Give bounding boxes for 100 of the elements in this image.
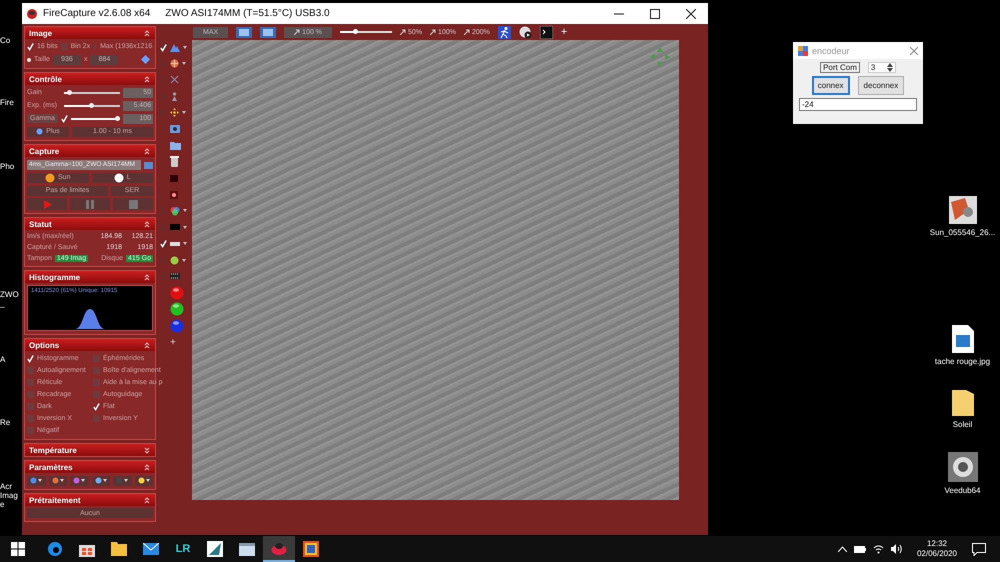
output-field[interactable]: -24	[799, 98, 917, 111]
checkbox[interactable]	[27, 403, 34, 410]
desktop-icon-label[interactable]: Co	[0, 36, 22, 45]
speaker-icon[interactable]	[890, 544, 902, 554]
wifi-icon[interactable]	[872, 544, 884, 554]
checkbox[interactable]	[60, 43, 68, 50]
port-spinner[interactable]: 3	[868, 62, 896, 73]
chevron-icon[interactable]	[144, 76, 150, 82]
checkbox[interactable]	[93, 355, 100, 362]
trash-icon[interactable]	[170, 156, 179, 168]
section-header[interactable]: Contrôle	[25, 73, 155, 85]
notification-icon[interactable]	[972, 542, 986, 556]
checkbox[interactable]	[27, 427, 34, 434]
section-header[interactable]: Options	[25, 339, 155, 351]
desktop-icon-label[interactable]: Sun_055546_26...	[930, 228, 996, 237]
add-button[interactable]: +	[560, 26, 568, 38]
checkbox[interactable]	[93, 379, 100, 386]
checkbox[interactable]	[93, 391, 100, 398]
checkbox[interactable]	[27, 43, 34, 50]
section-header[interactable]: Histogramme	[25, 271, 155, 283]
parameter-dropdown[interactable]	[134, 476, 153, 486]
battery-icon[interactable]	[854, 546, 866, 552]
desktop-icon-label[interactable]: Veedub64	[944, 486, 981, 495]
parameter-dropdown[interactable]	[70, 476, 88, 486]
desktop-icon-label[interactable]: ZWO_	[0, 290, 22, 308]
diamond-icon[interactable]	[141, 55, 150, 64]
chevron-icon[interactable]	[144, 148, 150, 154]
section-header[interactable]: Paramètres	[25, 461, 155, 473]
dropdown-arrow-icon[interactable]	[183, 242, 187, 246]
taskbar-app[interactable]	[263, 536, 295, 562]
tool-button[interactable]: +	[169, 335, 189, 350]
dropdown-arrow-icon[interactable]	[183, 209, 187, 212]
section-header[interactable]: Image	[25, 27, 155, 39]
bar-icon[interactable]	[170, 242, 180, 246]
chevron-icon[interactable]	[144, 220, 150, 228]
parameter-dropdown[interactable]	[48, 476, 67, 486]
crosshair-icon[interactable]	[170, 75, 179, 84]
disc-icon[interactable]	[170, 256, 179, 265]
clock-time[interactable]: 12:32	[926, 539, 947, 549]
desktop-icon-label[interactable]: tache rouge.jpg	[934, 357, 990, 366]
parameter-dropdown[interactable]	[92, 476, 110, 486]
chevron-icon[interactable]	[144, 464, 150, 470]
parameter-dropdown[interactable]	[113, 476, 132, 486]
film-reel-icon[interactable]	[518, 26, 532, 38]
section-header[interactable]: Capture	[25, 145, 155, 157]
clock-date[interactable]: 02/06/2020	[916, 549, 957, 559]
desktop-icon-label[interactable]: Fire	[0, 98, 22, 107]
ball-icon[interactable]	[170, 318, 184, 333]
camera-icon[interactable]	[170, 124, 180, 134]
checkbox[interactable]	[27, 355, 34, 362]
color-wheel-icon[interactable]	[170, 206, 180, 216]
figure-icon[interactable]	[170, 92, 179, 101]
desktop-icon-label[interactable]: A	[0, 355, 22, 364]
checkbox[interactable]	[93, 415, 100, 422]
checkbox[interactable]	[93, 403, 100, 410]
chevron-icon[interactable]	[144, 446, 150, 454]
section-header[interactable]: Statut	[25, 218, 155, 230]
image-file-icon[interactable]	[952, 325, 974, 353]
desktop-icon-label[interactable]: Pho	[0, 162, 22, 171]
connect-button[interactable]: deconnex	[858, 76, 904, 95]
add-button[interactable]: +	[170, 336, 176, 348]
runner-icon[interactable]	[498, 26, 511, 38]
dot-icon[interactable]	[170, 190, 178, 199]
dropdown-arrow-icon[interactable]	[183, 226, 187, 229]
chevron-icon[interactable]	[144, 496, 150, 504]
dropdown-arrow-icon[interactable]	[182, 62, 186, 65]
taskbar-app[interactable]: LR	[167, 536, 199, 562]
checkbox[interactable]	[160, 240, 167, 248]
folder-icon[interactable]	[952, 390, 974, 416]
dropdown-arrow-icon[interactable]	[182, 111, 186, 114]
maximize-icon[interactable]	[650, 8, 660, 18]
section-header[interactable]: Prétraitement	[25, 494, 155, 506]
dropdown-arrow-icon[interactable]	[182, 258, 186, 262]
checkbox[interactable]	[93, 367, 100, 374]
dropdown-arrow-icon[interactable]	[183, 46, 187, 48]
ball-icon[interactable]	[170, 302, 184, 316]
chevron-icon[interactable]	[144, 30, 150, 36]
chevron-icon[interactable]	[144, 342, 150, 348]
screen-icon[interactable]	[236, 26, 252, 38]
checkbox[interactable]	[27, 367, 34, 374]
move-icon[interactable]	[170, 108, 179, 118]
radio-button[interactable]	[27, 58, 31, 62]
chevron-icon[interactable]	[144, 274, 150, 280]
chevron-up-icon[interactable]	[838, 546, 847, 552]
close-icon[interactable]	[686, 8, 696, 18]
checkbox[interactable]	[60, 115, 68, 122]
desktop-icon-label[interactable]: Soleil	[952, 420, 972, 429]
checkbox[interactable]	[27, 379, 34, 386]
checkbox[interactable]	[27, 415, 34, 422]
image-editor-icon[interactable]	[948, 196, 976, 224]
checkbox[interactable]	[160, 44, 167, 50]
connect-button[interactable]: connex	[812, 76, 850, 95]
terminal-icon[interactable]	[540, 26, 553, 38]
globe-icon[interactable]	[170, 58, 179, 68]
desktop-icon-label[interactable]: Re	[0, 418, 22, 427]
ball-icon[interactable]	[170, 286, 184, 300]
parameter-dropdown[interactable]	[27, 476, 46, 486]
desktop-icon-label[interactable]: Acr Image	[0, 482, 22, 509]
screen-icon[interactable]	[260, 26, 276, 38]
checkbox[interactable]	[27, 391, 34, 398]
